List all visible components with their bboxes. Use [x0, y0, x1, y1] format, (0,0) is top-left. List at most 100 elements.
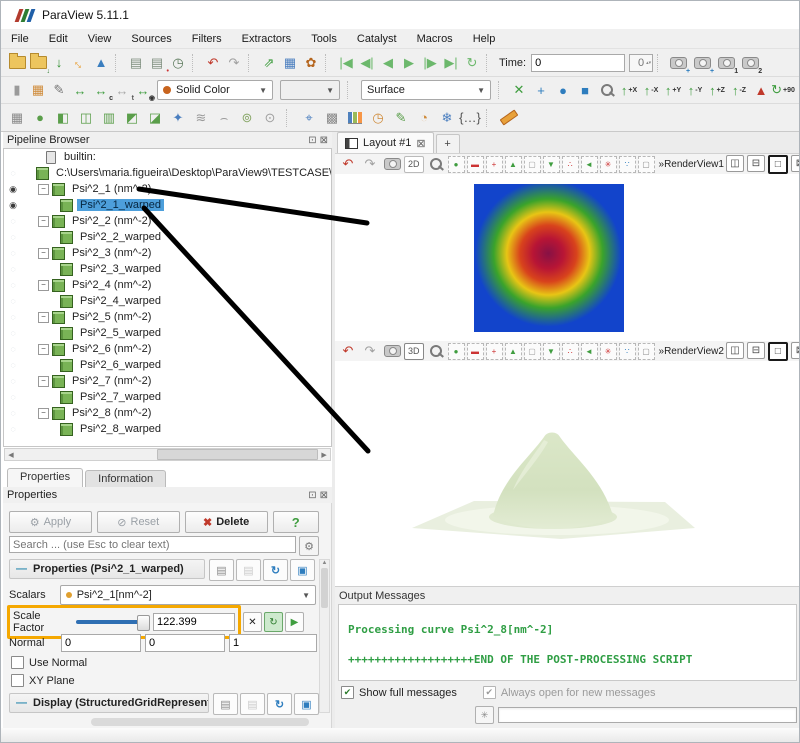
hover-cells-icon[interactable]: ∵	[619, 156, 636, 173]
probe-location-icon[interactable]: ⌖	[299, 108, 319, 128]
pipeline-item-psi3-warped[interactable]: ◌Psi^2_3_warped	[4, 261, 331, 277]
menu-item-file[interactable]: File	[11, 33, 29, 45]
view-minus-x-icon[interactable]: ↑-X	[641, 80, 661, 100]
camera-view-2-icon[interactable]: 2	[740, 53, 760, 73]
view-minus-y-icon[interactable]: ↑-Y	[685, 80, 705, 100]
visibility-eye-icon[interactable]: ◌	[4, 280, 22, 290]
expander-icon[interactable]: −	[38, 184, 49, 195]
reset-orientation-icon[interactable]: ▲	[751, 80, 771, 100]
palette-icon[interactable]: ✿	[301, 53, 321, 73]
connect-server-icon[interactable]: ▤	[126, 53, 146, 73]
screenshot-icon[interactable]: ↔	[66, 48, 94, 76]
open-recent-icon[interactable]: ↓	[28, 53, 48, 73]
copy-properties-icon[interactable]: ▤	[209, 559, 234, 581]
always-open-checkbox[interactable]: ✔	[483, 686, 496, 699]
tab-properties[interactable]: Properties	[7, 468, 83, 487]
reset-camera-closest-icon[interactable]: ●	[553, 80, 573, 100]
visibility-eye-icon[interactable]: ◌	[4, 328, 22, 338]
expander-icon[interactable]: −	[38, 376, 49, 387]
pipeline-item-psi3[interactable]: ◌−Psi^2_3 (nm^-2)	[4, 245, 331, 261]
plot-over-line-icon[interactable]: ✎	[391, 108, 411, 128]
redo-icon[interactable]: ↷	[224, 53, 244, 73]
expander-icon[interactable]: −	[38, 216, 49, 227]
extract-subset-icon[interactable]: ◪	[145, 108, 165, 128]
maximize-view-icon[interactable]: □	[768, 342, 788, 361]
disconnect-server-icon[interactable]: ▤•	[147, 53, 167, 73]
extract-group-icon[interactable]: ⊙	[260, 108, 280, 128]
select-frustum-cells-icon[interactable]: ▲	[505, 156, 522, 173]
contour-icon[interactable]: ●	[30, 108, 50, 128]
menu-item-catalyst[interactable]: Catalyst	[357, 33, 397, 45]
close-panel-icon[interactable]: ⊠	[320, 490, 328, 501]
visibility-eye-icon[interactable]: ◌	[4, 264, 22, 274]
pipeline-item-psi7[interactable]: ◌−Psi^2_7 (nm^-2)	[4, 373, 331, 389]
pipeline-item-psi4-warped[interactable]: ◌Psi^2_4_warped	[4, 293, 331, 309]
xy-plane-checkbox[interactable]	[11, 674, 24, 687]
save-display-defaults-icon[interactable]: ▣	[294, 693, 319, 715]
normal-y-input[interactable]	[145, 634, 225, 652]
normal-z-input[interactable]	[229, 634, 317, 652]
grow-selection-icon[interactable]: ▢	[638, 156, 655, 173]
hover-cells-icon[interactable]: ∵	[619, 343, 636, 360]
menu-item-tools[interactable]: Tools	[311, 33, 337, 45]
search-options-gear-icon[interactable]: ⚙	[299, 536, 319, 556]
view-minus-z-icon[interactable]: ↑-Z	[729, 80, 749, 100]
capture-view-icon[interactable]	[382, 341, 402, 361]
slice-icon[interactable]: ◫	[76, 108, 96, 128]
camera-view-1-icon[interactable]: 1	[716, 53, 736, 73]
camera-redo-icon[interactable]: ↷	[360, 154, 380, 174]
pipeline-item-psi7-warped[interactable]: ◌Psi^2_7_warped	[4, 389, 331, 405]
expander-icon[interactable]: −	[38, 344, 49, 355]
menu-item-view[interactable]: View	[88, 33, 112, 45]
vcr-play-icon[interactable]: ▶	[399, 53, 419, 73]
reload-range-icon[interactable]: ↻	[264, 612, 283, 632]
representation-dropdown[interactable]: Surface▼	[361, 80, 491, 100]
delete-button[interactable]: ✖Delete	[185, 511, 268, 533]
renderview2-label[interactable]: »RenderView2	[659, 346, 724, 357]
scroll-left-icon[interactable]: ◀	[5, 451, 17, 459]
split-horizontal-icon[interactable]: ◫	[726, 342, 744, 359]
view-plus-z-icon[interactable]: ↑+Z	[707, 80, 727, 100]
zoom-to-box-icon[interactable]	[597, 80, 617, 100]
save-defaults-icon[interactable]: ▣	[290, 559, 315, 581]
show-full-messages-checkbox[interactable]: ✔	[341, 686, 354, 699]
pipeline-item-psi1[interactable]: ◉−Psi^2_1 (nm^-2)	[4, 181, 331, 197]
visibility-eye-icon[interactable]: ◌	[4, 216, 22, 226]
undo-icon[interactable]: ↶	[203, 53, 223, 73]
interactive-select-points-icon[interactable]: ◄	[581, 156, 598, 173]
frame-spinner[interactable]: 0	[629, 54, 653, 72]
hover-points-icon[interactable]: ✳	[600, 156, 617, 173]
pipeline-item-psi8-warped[interactable]: ◌Psi^2_8_warped	[4, 421, 331, 437]
reload-properties-icon[interactable]: ↻	[263, 559, 288, 581]
visibility-eye-icon[interactable]: ◌	[4, 232, 22, 242]
add-layout-tab[interactable]: +	[436, 134, 460, 153]
edit-colormap-icon[interactable]: ✎	[49, 80, 69, 100]
menu-item-filters[interactable]: Filters	[192, 33, 222, 45]
expander-icon[interactable]: −	[38, 312, 49, 323]
visibility-eye-icon[interactable]: ◌	[4, 360, 22, 370]
visibility-eye-icon[interactable]: ◉	[4, 184, 22, 195]
zoom-box-icon[interactable]	[426, 341, 446, 361]
abort-icon[interactable]: ✳	[475, 706, 494, 724]
visibility-eye-icon[interactable]: ◌	[4, 344, 22, 354]
properties-horizontal-scrollbar[interactable]	[91, 718, 309, 726]
visibility-eye-icon[interactable]: ◉	[4, 200, 22, 211]
close-layout-icon[interactable]: ⊠	[416, 137, 425, 150]
paste-display-icon[interactable]: ▤	[240, 693, 265, 715]
scale-factor-slider[interactable]	[76, 620, 148, 624]
pipeline-item-psi8[interactable]: ◌−Psi^2_8 (nm^-2)	[4, 405, 331, 421]
visibility-eye-icon[interactable]: ◌	[4, 248, 22, 258]
pipeline-item-psi4[interactable]: ◌−Psi^2_4 (nm^-2)	[4, 277, 331, 293]
select-frustum-cells-icon[interactable]: ▲	[505, 343, 522, 360]
scale-factor-input[interactable]	[153, 613, 235, 631]
color-legend-icon[interactable]: ▦	[280, 53, 300, 73]
layout-tab[interactable]: Layout #1 ⊠	[337, 132, 434, 153]
view-plus-x-icon[interactable]: ↑+X	[619, 80, 639, 100]
menu-item-help[interactable]: Help	[473, 33, 496, 45]
reset-camera-icon[interactable]: ✕	[509, 80, 529, 100]
vcr-next-frame-icon[interactable]: |▶	[420, 53, 440, 73]
toggle-2d-3d-button[interactable]: 2D	[404, 156, 424, 173]
renderview1-label[interactable]: »RenderView1	[659, 159, 724, 170]
clip-icon[interactable]: ◧	[53, 108, 73, 128]
open-file-icon[interactable]	[7, 53, 27, 73]
